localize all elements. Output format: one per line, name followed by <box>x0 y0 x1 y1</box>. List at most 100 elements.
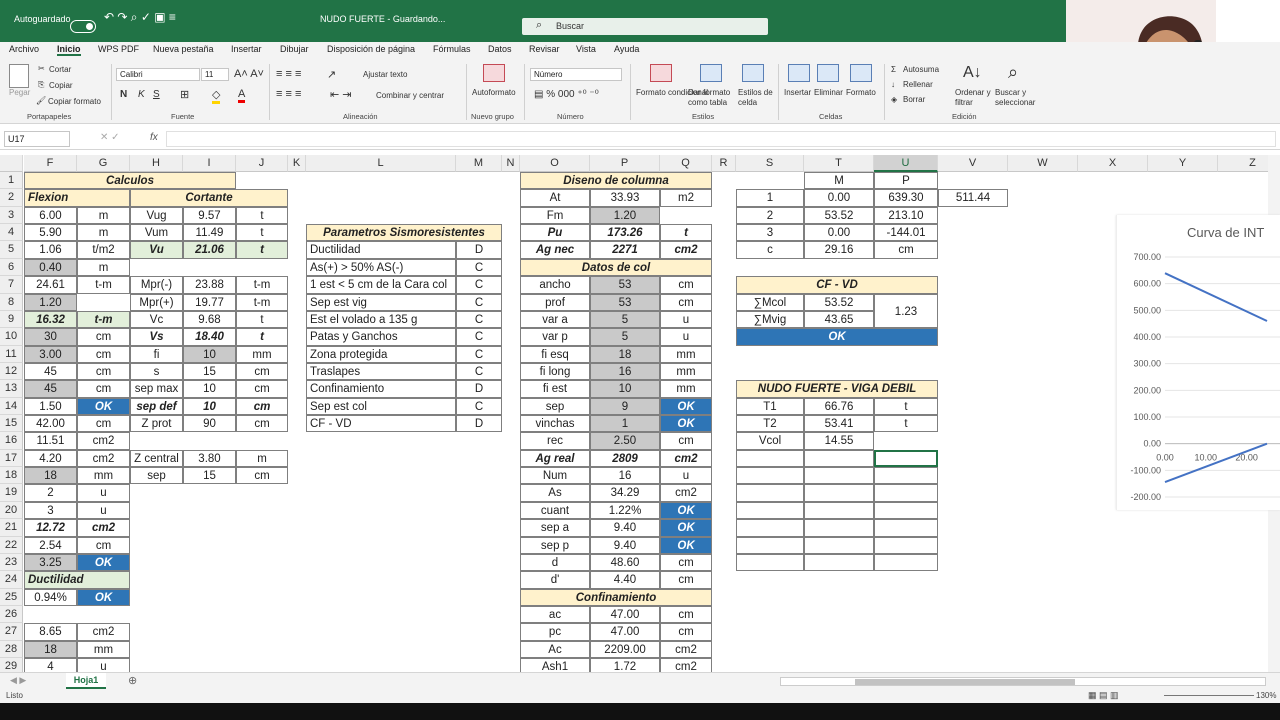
cell[interactable]: CF - VD <box>306 415 456 433</box>
menu-insertar[interactable]: Insertar <box>231 44 262 54</box>
cell[interactable]: C <box>456 362 502 381</box>
cell[interactable]: 21.06 <box>183 241 236 259</box>
cell[interactable]: fi long <box>520 362 590 381</box>
cell[interactable]: OK <box>660 501 712 520</box>
cell[interactable]: 53.52 <box>804 293 874 311</box>
menu-dibujar[interactable]: Dibujar <box>280 44 309 54</box>
cell[interactable]: Ductilidad <box>24 571 130 589</box>
cell[interactable]: 19.77 <box>183 293 236 311</box>
format-painter-button[interactable]: Copiar formato <box>48 97 101 106</box>
align-top-icon[interactable]: ≡ ≡ ≡ <box>276 68 301 80</box>
sort-filter-icon[interactable]: A↓ <box>963 64 982 82</box>
row-header[interactable]: 11 <box>0 345 23 363</box>
sort-filter-button[interactable]: Ordenar y filtrar <box>955 88 997 108</box>
cell[interactable]: C <box>456 345 502 363</box>
cell[interactable]: 2.54 <box>24 536 77 554</box>
cell[interactable]: 14.55 <box>804 432 874 450</box>
cell[interactable]: 10 <box>183 397 236 416</box>
cell[interactable]: 18 <box>590 345 660 363</box>
row-header[interactable]: 2 <box>0 189 23 207</box>
cell[interactable]: NUDO FUERTE - VIGA DEBIL <box>736 380 938 398</box>
empty-cell[interactable] <box>736 553 804 572</box>
cell[interactable]: 3 <box>736 224 804 242</box>
row-header[interactable]: 25 <box>0 588 23 606</box>
cell[interactable]: cm <box>660 276 712 294</box>
cell[interactable]: Sep est vig <box>306 293 456 311</box>
cell[interactable]: 53.41 <box>804 415 874 433</box>
cell[interactable]: 45 <box>24 362 77 381</box>
cell[interactable]: Mpr(-) <box>130 276 183 294</box>
menu-archivo[interactable]: Archivo <box>9 44 39 54</box>
row-header[interactable]: 4 <box>0 224 23 242</box>
align-left-icon[interactable]: ≡ ≡ ≡ <box>276 88 301 100</box>
row-header[interactable]: 10 <box>0 328 23 346</box>
column-header[interactable]: K <box>288 155 306 172</box>
menu-vista[interactable]: Vista <box>576 44 596 54</box>
cell[interactable]: cm2 <box>660 640 712 659</box>
cell[interactable]: Z prot <box>130 415 183 433</box>
cell[interactable]: 43.65 <box>804 310 874 329</box>
interaction-curve-chart[interactable]: Curva de INT 700.00 600.00 500.00 400.00 300.… <box>1116 215 1280 510</box>
italic-button[interactable]: K <box>138 89 145 100</box>
cell[interactable]: 2209.00 <box>590 640 660 659</box>
cell[interactable]: Est el volado a 135 g <box>306 310 456 329</box>
empty-cell[interactable] <box>736 484 804 502</box>
cell[interactable]: cm2 <box>77 623 130 641</box>
cell[interactable]: As <box>520 484 590 502</box>
cell[interactable]: 18 <box>24 640 77 659</box>
cell[interactable]: 47.00 <box>590 606 660 624</box>
cell[interactable]: cm <box>660 623 712 641</box>
sheet-nav-icon[interactable]: ◀ ▶ <box>10 675 26 686</box>
cell[interactable]: cm <box>77 380 130 398</box>
cell[interactable]: 4.20 <box>24 449 77 468</box>
bold-button[interactable]: N <box>120 89 127 100</box>
search-box[interactable]: ⌕ Buscar <box>522 18 768 35</box>
cell[interactable]: u <box>660 328 712 346</box>
row-header[interactable]: 12 <box>0 362 23 381</box>
cell[interactable]: cm <box>236 362 288 381</box>
cell[interactable]: cm <box>660 553 712 572</box>
cell[interactable]: cm2 <box>660 241 712 259</box>
cell[interactable]: 34.29 <box>590 484 660 502</box>
cell[interactable]: pc <box>520 623 590 641</box>
cell[interactable]: cm <box>660 571 712 589</box>
cell[interactable]: 3.00 <box>24 345 77 363</box>
cell[interactable]: d' <box>520 571 590 589</box>
border-icon[interactable]: ⊞ <box>180 88 189 101</box>
cell[interactable]: OK <box>660 536 712 554</box>
cell[interactable]: var a <box>520 310 590 329</box>
autosave-toggle[interactable] <box>70 20 96 33</box>
cell[interactable]: t-m <box>236 293 288 311</box>
menu-formulas[interactable]: Fórmulas <box>433 44 471 54</box>
cell[interactable]: 16 <box>590 362 660 381</box>
cell[interactable]: 90 <box>183 415 236 433</box>
font-name-select[interactable]: Calibri <box>116 68 200 81</box>
cell[interactable]: 511.44 <box>938 189 1008 207</box>
cell[interactable]: ∑Mcol <box>736 293 804 311</box>
cell[interactable]: 1.20 <box>24 293 77 311</box>
cell[interactable]: 10 <box>590 380 660 398</box>
cell[interactable]: C <box>456 397 502 416</box>
cell[interactable]: Diseno de columna <box>520 172 712 190</box>
cell[interactable]: Mpr(+) <box>130 293 183 311</box>
cell[interactable]: 42.00 <box>24 415 77 433</box>
cell[interactable]: 23.88 <box>183 276 236 294</box>
cell[interactable]: 1 <box>590 415 660 433</box>
cell[interactable]: 1.23 <box>874 293 938 329</box>
cell[interactable]: cm2 <box>77 432 130 450</box>
cell[interactable]: Traslapes <box>306 362 456 381</box>
cell[interactable]: 9.40 <box>590 519 660 537</box>
column-header[interactable]: L <box>306 155 456 172</box>
row-header[interactable]: 23 <box>0 553 23 572</box>
cell[interactable]: 8.65 <box>24 623 77 641</box>
cell[interactable]: cm2 <box>77 449 130 468</box>
cell[interactable]: OK <box>77 397 130 416</box>
cell[interactable]: t <box>236 241 288 259</box>
fill-icon[interactable]: ↓ <box>891 80 895 89</box>
column-header[interactable]: N <box>502 155 520 172</box>
font-size-select[interactable]: 11 <box>201 68 229 81</box>
empty-cell[interactable] <box>736 536 804 554</box>
cell[interactable]: OK <box>660 415 712 433</box>
cell[interactable]: Patas y Ganchos <box>306 328 456 346</box>
cell[interactable]: t-m <box>77 310 130 329</box>
